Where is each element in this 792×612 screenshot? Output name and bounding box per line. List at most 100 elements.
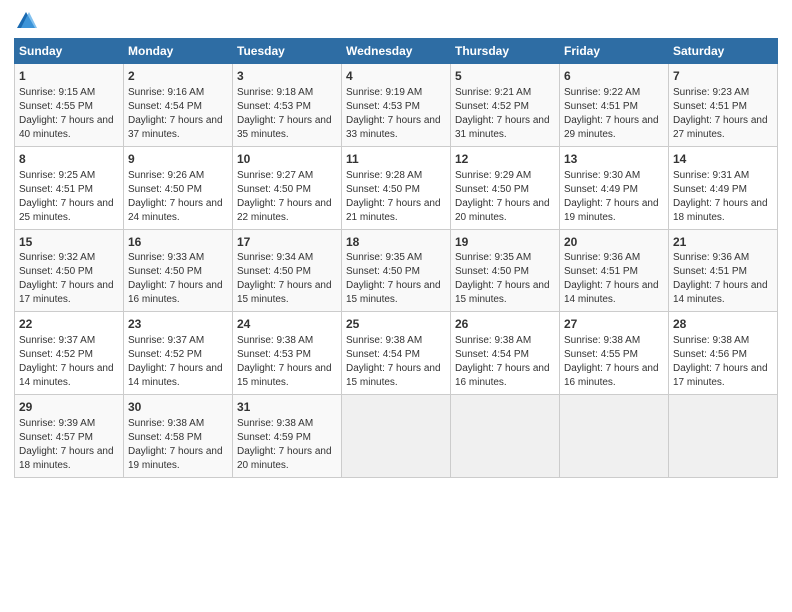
col-wednesday: Wednesday (342, 39, 451, 64)
calendar-cell: 14Sunrise: 9:31 AMSunset: 4:49 PMDayligh… (669, 146, 778, 229)
col-friday: Friday (560, 39, 669, 64)
daylight-text: Daylight: 7 hours and 14 minutes. (564, 280, 659, 305)
daylight-text: Daylight: 7 hours and 21 minutes. (346, 198, 441, 223)
calendar-cell: 29Sunrise: 9:39 AMSunset: 4:57 PMDayligh… (15, 395, 124, 478)
sunrise-text: Sunrise: 9:37 AM (128, 335, 204, 346)
daylight-text: Daylight: 7 hours and 20 minutes. (237, 446, 332, 471)
day-number: 11 (346, 151, 446, 168)
calendar-cell: 13Sunrise: 9:30 AMSunset: 4:49 PMDayligh… (560, 146, 669, 229)
sunset-text: Sunset: 4:52 PM (128, 349, 202, 360)
sunrise-text: Sunrise: 9:35 AM (346, 252, 422, 263)
day-number: 19 (455, 234, 555, 251)
col-sunday: Sunday (15, 39, 124, 64)
sunrise-text: Sunrise: 9:21 AM (455, 87, 531, 98)
sunset-text: Sunset: 4:51 PM (673, 266, 747, 277)
col-tuesday: Tuesday (233, 39, 342, 64)
calendar-cell: 4Sunrise: 9:19 AMSunset: 4:53 PMDaylight… (342, 64, 451, 147)
calendar-cell: 17Sunrise: 9:34 AMSunset: 4:50 PMDayligh… (233, 229, 342, 312)
col-saturday: Saturday (669, 39, 778, 64)
calendar-cell: 7Sunrise: 9:23 AMSunset: 4:51 PMDaylight… (669, 64, 778, 147)
calendar-cell: 31Sunrise: 9:38 AMSunset: 4:59 PMDayligh… (233, 395, 342, 478)
day-number: 8 (19, 151, 119, 168)
daylight-text: Daylight: 7 hours and 22 minutes. (237, 198, 332, 223)
daylight-text: Daylight: 7 hours and 24 minutes. (128, 198, 223, 223)
sunset-text: Sunset: 4:56 PM (673, 349, 747, 360)
sunset-text: Sunset: 4:52 PM (455, 101, 529, 112)
day-number: 26 (455, 316, 555, 333)
calendar-cell: 28Sunrise: 9:38 AMSunset: 4:56 PMDayligh… (669, 312, 778, 395)
calendar-cell: 11Sunrise: 9:28 AMSunset: 4:50 PMDayligh… (342, 146, 451, 229)
calendar-cell: 6Sunrise: 9:22 AMSunset: 4:51 PMDaylight… (560, 64, 669, 147)
calendar-cell: 8Sunrise: 9:25 AMSunset: 4:51 PMDaylight… (15, 146, 124, 229)
calendar-cell: 23 Sunrise: 9:37 AM Sunset: 4:52 PM Dayligh… (124, 312, 233, 395)
day-number: 12 (455, 151, 555, 168)
calendar-cell: 24Sunrise: 9:38 AMSunset: 4:53 PMDayligh… (233, 312, 342, 395)
sunrise-text: Sunrise: 9:34 AM (237, 252, 313, 263)
sunrise-text: Sunrise: 9:38 AM (564, 335, 640, 346)
day-number: 18 (346, 234, 446, 251)
sunrise-text: Sunrise: 9:35 AM (455, 252, 531, 263)
day-number: 3 (237, 68, 337, 85)
day-number: 24 (237, 316, 337, 333)
sunrise-text: Sunrise: 9:32 AM (19, 252, 95, 263)
calendar-cell: 9Sunrise: 9:26 AMSunset: 4:50 PMDaylight… (124, 146, 233, 229)
calendar-cell: 26Sunrise: 9:38 AMSunset: 4:54 PMDayligh… (451, 312, 560, 395)
daylight-text: Daylight: 7 hours and 17 minutes. (673, 363, 768, 388)
sunrise-text: Sunrise: 9:15 AM (19, 87, 95, 98)
daylight-text: Daylight: 7 hours and 18 minutes. (673, 198, 768, 223)
calendar-cell: 12Sunrise: 9:29 AMSunset: 4:50 PMDayligh… (451, 146, 560, 229)
calendar-week-row: 1 Sunrise: 9:15 AM Sunset: 4:55 PM Daylight… (15, 64, 778, 147)
sunset-text: Sunset: 4:50 PM (455, 184, 529, 195)
sunset-text: Sunset: 4:55 PM (19, 101, 93, 112)
sunrise-text: Sunrise: 9:25 AM (19, 170, 95, 181)
sunset-text: Sunset: 4:51 PM (564, 101, 638, 112)
calendar-cell (451, 395, 560, 478)
day-number: 27 (564, 316, 664, 333)
sunset-text: Sunset: 4:59 PM (237, 432, 311, 443)
day-number: 15 (19, 234, 119, 251)
sunset-text: Sunset: 4:51 PM (564, 266, 638, 277)
daylight-text: Daylight: 7 hours and 17 minutes. (19, 280, 114, 305)
daylight-text: Daylight: 7 hours and 19 minutes. (564, 198, 659, 223)
daylight-text: Daylight: 7 hours and 14 minutes. (673, 280, 768, 305)
day-number: 6 (564, 68, 664, 85)
calendar-cell (342, 395, 451, 478)
sunrise-text: Sunrise: 9:36 AM (564, 252, 640, 263)
calendar-cell: 27Sunrise: 9:38 AMSunset: 4:55 PMDayligh… (560, 312, 669, 395)
calendar-week-row: 22 Sunrise: 9:37 AM Sunset: 4:52 PM Dayligh… (15, 312, 778, 395)
calendar-cell: 21Sunrise: 9:36 AMSunset: 4:51 PMDayligh… (669, 229, 778, 312)
daylight-text: Daylight: 7 hours and 16 minutes. (128, 280, 223, 305)
calendar-table: Sunday Monday Tuesday Wednesday Thursday… (14, 38, 778, 478)
sunrise-text: Sunrise: 9:27 AM (237, 170, 313, 181)
sunrise-text: Sunrise: 9:38 AM (346, 335, 422, 346)
daylight-text: Daylight: 7 hours and 18 minutes. (19, 446, 114, 471)
sunrise-text: Sunrise: 9:28 AM (346, 170, 422, 181)
daylight-text: Daylight: 7 hours and 15 minutes. (237, 363, 332, 388)
day-number: 17 (237, 234, 337, 251)
col-monday: Monday (124, 39, 233, 64)
day-number: 29 (19, 399, 119, 416)
calendar-cell (669, 395, 778, 478)
daylight-text: Daylight: 7 hours and 14 minutes. (128, 363, 223, 388)
daylight-text: Daylight: 7 hours and 25 minutes. (19, 198, 114, 223)
calendar-cell: 16Sunrise: 9:33 AMSunset: 4:50 PMDayligh… (124, 229, 233, 312)
day-number: 23 (128, 316, 228, 333)
sunrise-text: Sunrise: 9:19 AM (346, 87, 422, 98)
day-number: 2 (128, 68, 228, 85)
sunrise-text: Sunrise: 9:30 AM (564, 170, 640, 181)
daylight-text: Daylight: 7 hours and 15 minutes. (455, 280, 550, 305)
calendar-cell: 1Sunrise: 9:15 AMSunset: 4:55 PMDaylight… (15, 64, 124, 147)
calendar-header-row: Sunday Monday Tuesday Wednesday Thursday… (15, 39, 778, 64)
sunrise-text: Sunrise: 9:38 AM (237, 418, 313, 429)
day-number: 14 (673, 151, 773, 168)
page-container: Sunday Monday Tuesday Wednesday Thursday… (0, 0, 792, 486)
daylight-text: Daylight: 7 hours and 33 minutes. (346, 115, 441, 140)
calendar-cell: 20Sunrise: 9:36 AMSunset: 4:51 PMDayligh… (560, 229, 669, 312)
calendar-cell: 3Sunrise: 9:18 AMSunset: 4:53 PMDaylight… (233, 64, 342, 147)
calendar-cell: 30Sunrise: 9:38 AMSunset: 4:58 PMDayligh… (124, 395, 233, 478)
day-number: 22 (19, 316, 119, 333)
daylight-text: Daylight: 7 hours and 15 minutes. (346, 280, 441, 305)
day-number: 1 (19, 68, 119, 85)
calendar-cell: 25Sunrise: 9:38 AMSunset: 4:54 PMDayligh… (342, 312, 451, 395)
daylight-text: Daylight: 7 hours and 35 minutes. (237, 115, 332, 140)
